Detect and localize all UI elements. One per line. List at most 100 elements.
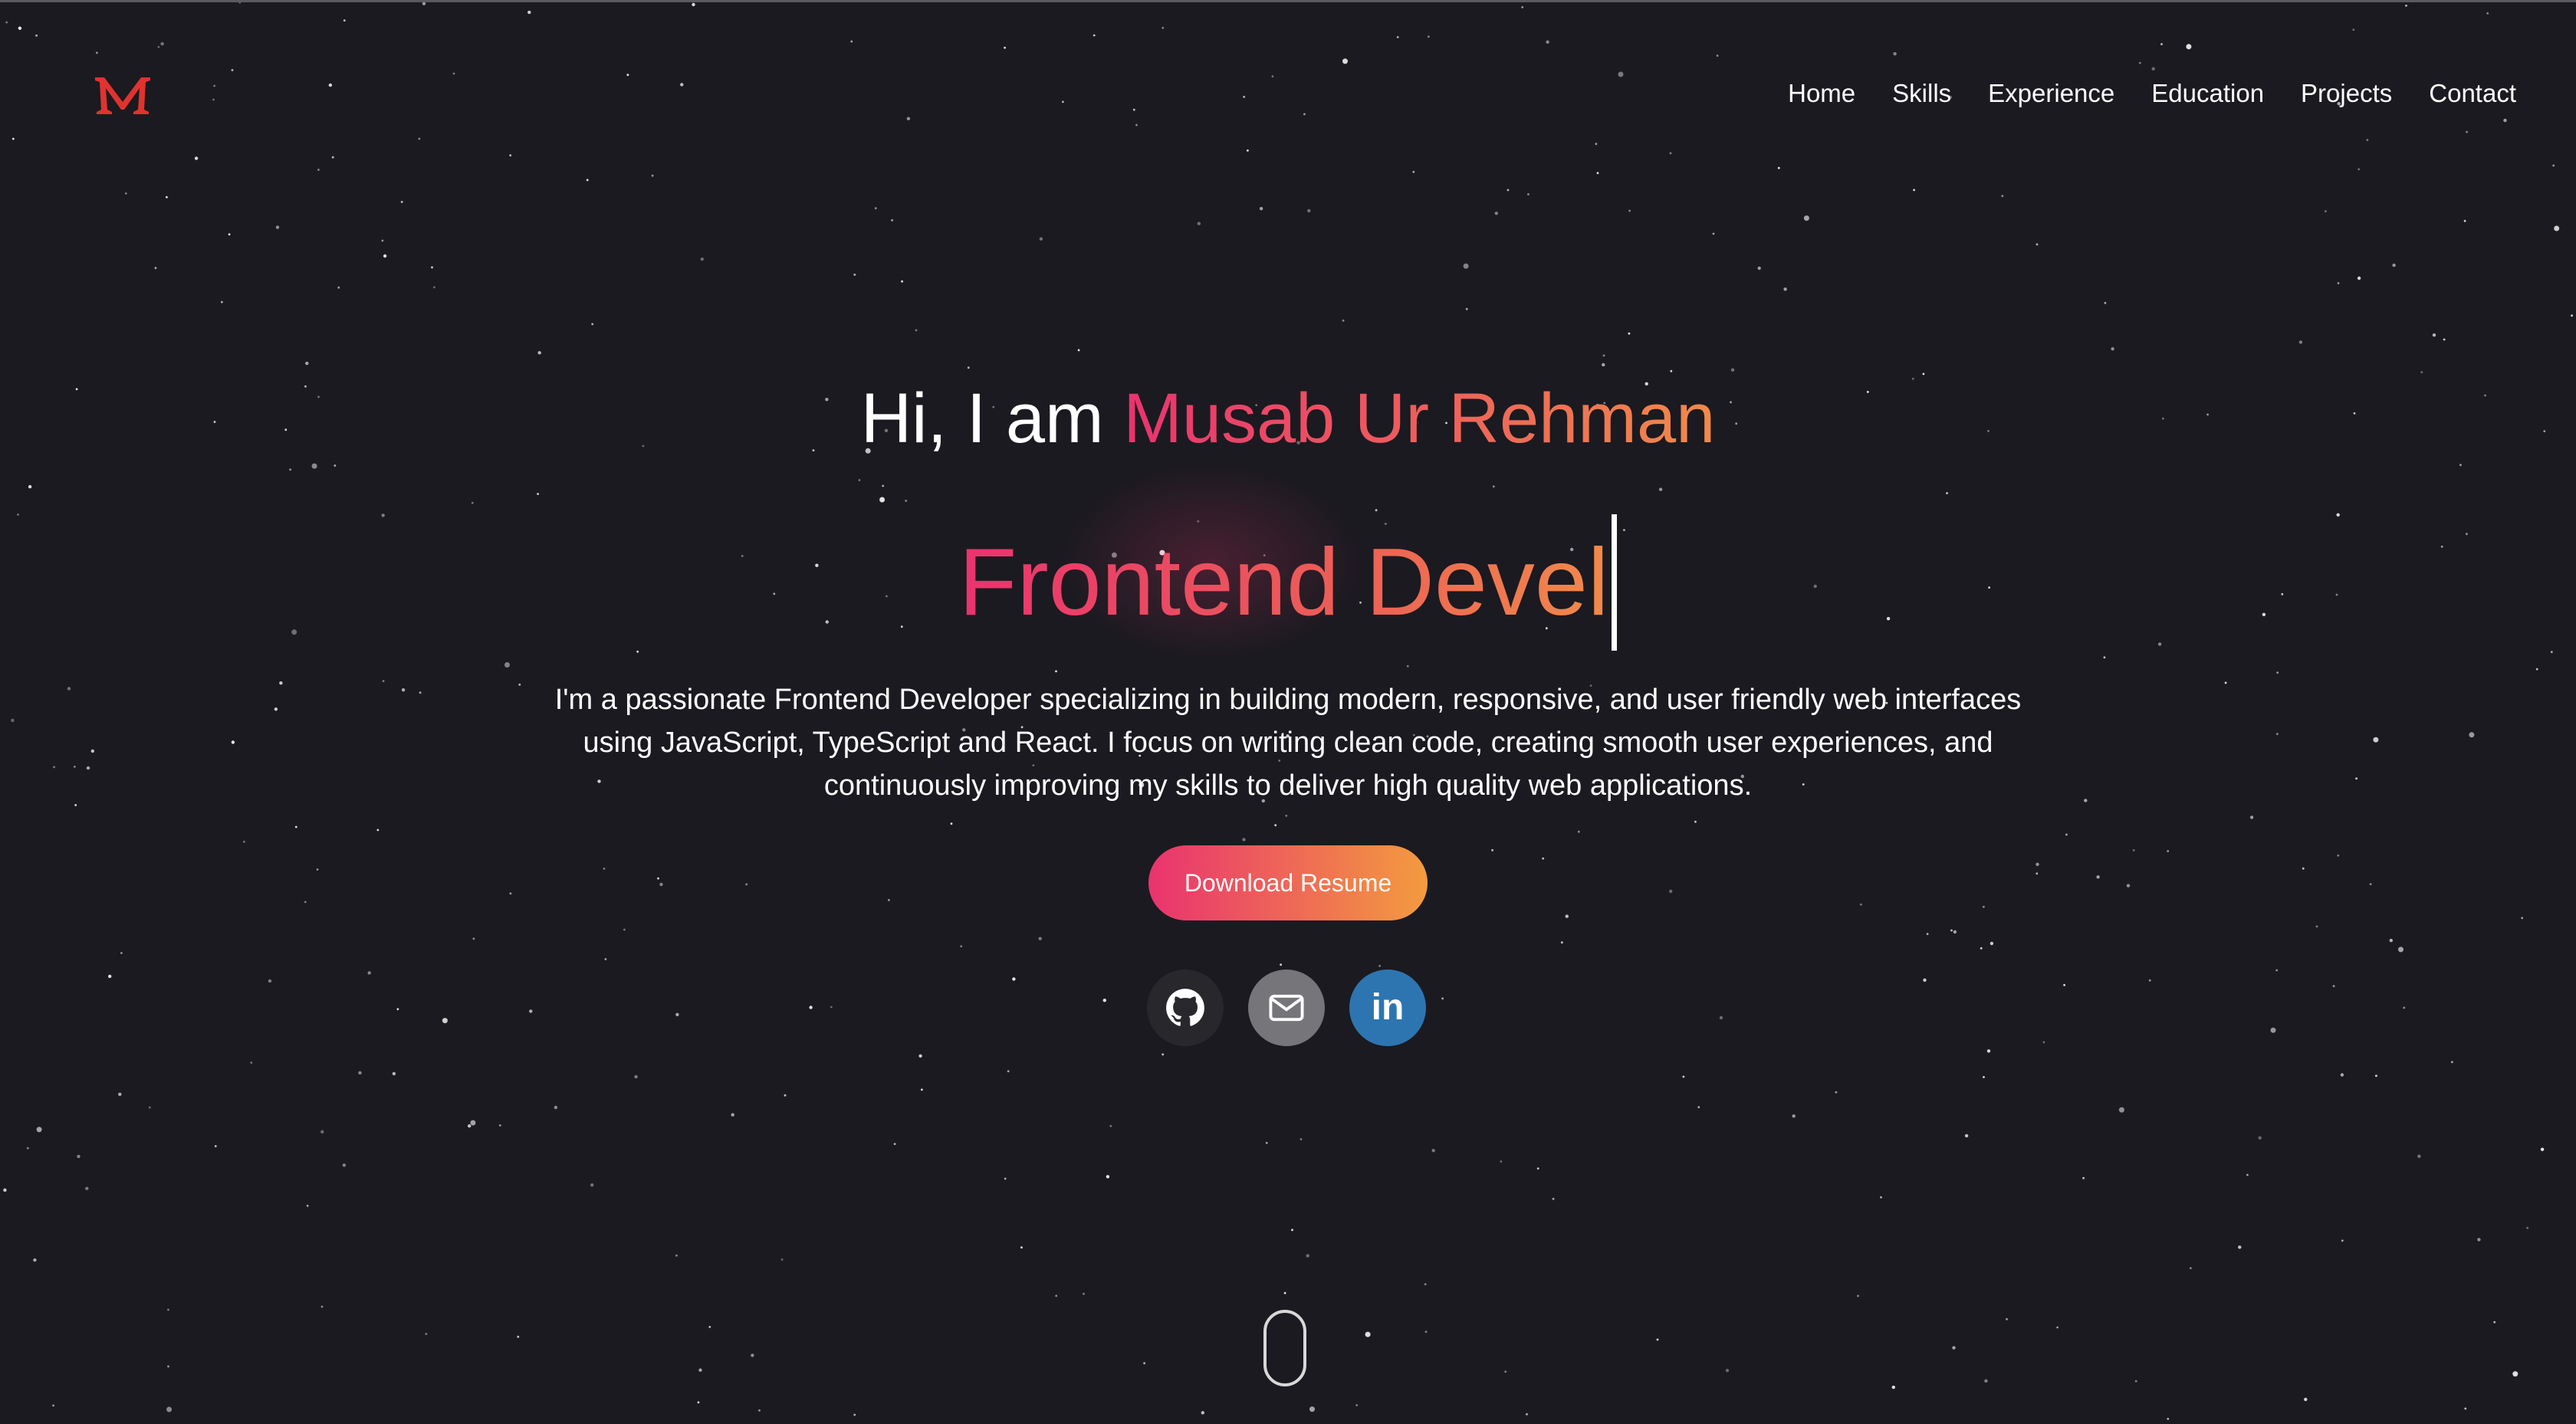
star (891, 219, 893, 221)
linkedin-link[interactable]: in (1349, 970, 1426, 1046)
star (2369, 883, 2372, 885)
star (2103, 656, 2106, 659)
star (268, 979, 272, 983)
star (90, 749, 95, 753)
star (1162, 27, 1165, 29)
star (2459, 464, 2462, 467)
star (2134, 1380, 2137, 1383)
hero-name: Musab Ur Rehman (1123, 379, 1716, 458)
star (2275, 733, 2279, 736)
star (1038, 937, 1042, 940)
star (2036, 243, 2039, 246)
star (2341, 1239, 2344, 1242)
star (320, 1130, 324, 1134)
star (2466, 130, 2469, 133)
star (675, 1254, 678, 1257)
role-typewriter: Frontend Devel (0, 514, 2576, 651)
nav-home[interactable]: Home (1788, 79, 1855, 108)
star (468, 1124, 472, 1128)
star (320, 1305, 324, 1308)
star (1007, 1070, 1010, 1073)
star (1783, 287, 1787, 291)
star (1521, 6, 1524, 8)
star (893, 1143, 896, 1145)
star (73, 766, 76, 768)
star (1757, 266, 1761, 271)
star (425, 1333, 428, 1335)
star (708, 1326, 711, 1328)
star (527, 10, 531, 15)
scroll-down-indicator[interactable] (1263, 1310, 1306, 1386)
star (28, 484, 32, 489)
email-link[interactable] (1248, 970, 1325, 1046)
star (431, 266, 433, 269)
star (1291, 1229, 1293, 1232)
star (1307, 208, 1311, 213)
star (1946, 492, 1949, 494)
star (1132, 108, 1135, 111)
star (1039, 237, 1043, 241)
social-links: in (1147, 970, 1426, 1046)
star (1106, 1175, 1110, 1179)
star (745, 883, 748, 886)
star (1835, 1091, 1838, 1094)
star (154, 267, 157, 270)
star (1730, 368, 1735, 372)
star (2148, 979, 2151, 982)
star (2552, 164, 2555, 167)
star (692, 2, 695, 7)
star (342, 1163, 347, 1167)
star (1494, 212, 1499, 215)
star (509, 154, 512, 157)
star (317, 169, 320, 171)
star (2464, 1407, 2467, 1410)
star (1342, 58, 1348, 64)
star (634, 1075, 638, 1079)
star (1055, 670, 1057, 673)
star (906, 116, 911, 120)
star (1913, 189, 1916, 192)
star (108, 974, 112, 979)
star (2111, 347, 2114, 351)
star (537, 493, 539, 495)
star (780, 1258, 784, 1261)
star (1526, 1413, 1528, 1416)
star (166, 195, 168, 199)
star (305, 361, 309, 366)
star (400, 201, 403, 203)
star (419, 691, 422, 694)
logo[interactable] (94, 71, 152, 117)
star (358, 1071, 362, 1075)
star (2486, 12, 2489, 15)
nav-skills[interactable]: Skills (1892, 79, 1951, 108)
star (2160, 43, 2163, 45)
star (1952, 1346, 1956, 1350)
star (381, 239, 384, 242)
star (328, 83, 333, 87)
star (2167, 1417, 2170, 1420)
portfolio-page: Home Skills Experience Education Project… (0, 0, 2576, 1424)
star (1669, 152, 1672, 155)
nav-education[interactable]: Education (2151, 79, 2264, 108)
star (636, 650, 639, 653)
star (1465, 307, 1468, 310)
star (120, 952, 123, 954)
star (1725, 1369, 1730, 1373)
github-icon (1166, 989, 1204, 1026)
star (915, 329, 918, 332)
nav-experience[interactable]: Experience (1988, 79, 2114, 108)
star (1378, 964, 1381, 967)
star (2036, 872, 2039, 875)
star (1953, 930, 1957, 934)
star (2375, 1075, 2377, 1078)
nav-contact[interactable]: Contact (2429, 79, 2516, 108)
star (1406, 664, 1409, 668)
star (2298, 340, 2303, 344)
nav-projects[interactable]: Projects (2301, 79, 2392, 108)
github-link[interactable] (1147, 970, 1224, 1046)
star (1552, 1197, 1555, 1200)
intro-line: continuously improving my skills to deli… (823, 769, 1753, 802)
star (853, 1413, 856, 1416)
download-resume-button[interactable]: Download Resume (1148, 845, 1428, 920)
star (874, 207, 877, 210)
